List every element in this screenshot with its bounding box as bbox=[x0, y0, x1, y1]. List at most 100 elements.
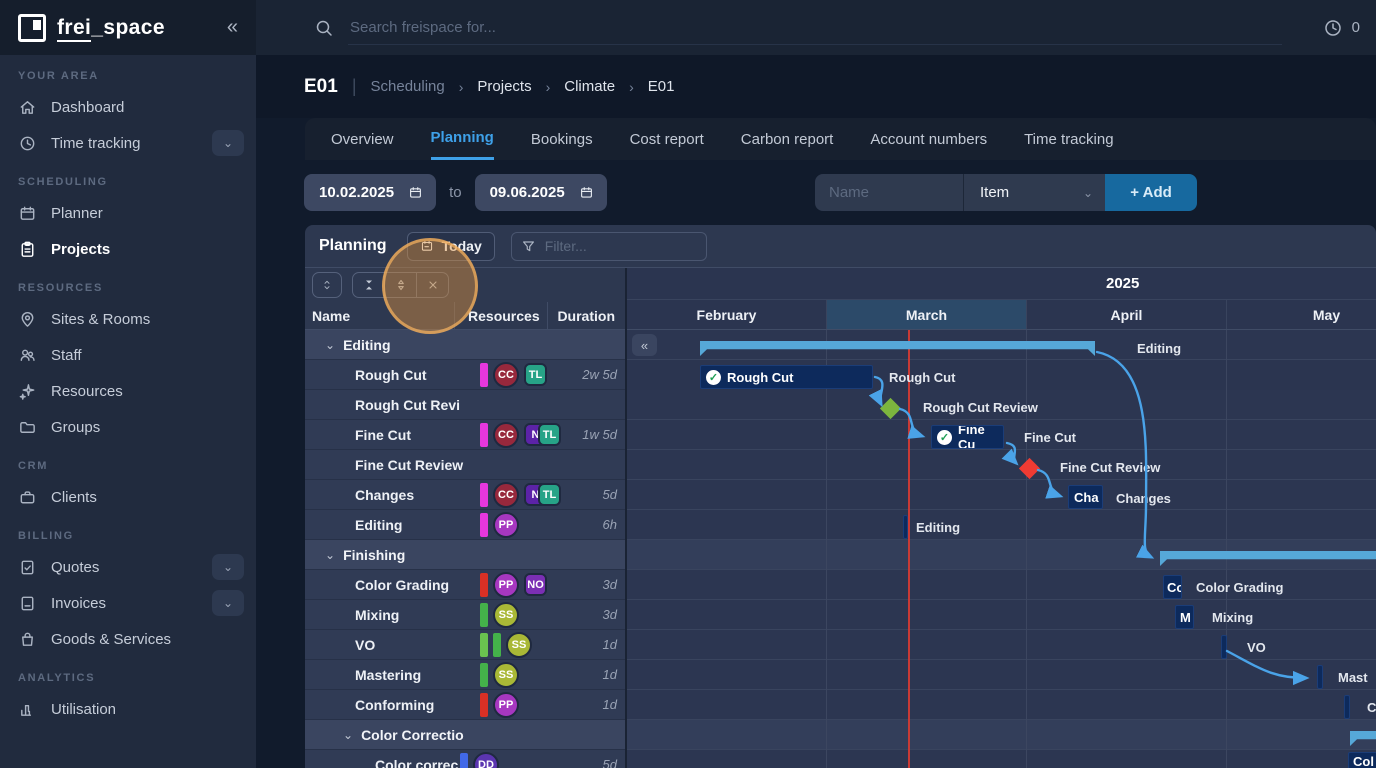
tab-time-tracking[interactable]: Time tracking bbox=[1024, 118, 1113, 160]
sidebar-item-label: Invoices bbox=[51, 595, 106, 612]
clock-icon bbox=[1323, 18, 1343, 38]
table-row[interactable]: Fine Cut CC N TL 1w 5d bbox=[305, 420, 625, 450]
resource-badge[interactable]: SS bbox=[493, 602, 519, 628]
tab-cost-report[interactable]: Cost report bbox=[630, 118, 704, 160]
table-row-group[interactable]: ⌄ Editing bbox=[305, 330, 625, 360]
chevron-down-icon[interactable]: ⌄ bbox=[325, 548, 335, 562]
bar-label: Mast bbox=[1338, 670, 1368, 685]
date-from-input[interactable]: 10.02.2025 bbox=[304, 174, 436, 211]
bar-text: M bbox=[1180, 610, 1191, 625]
task-bar-rough-cut[interactable]: ✓ Rough Cut bbox=[700, 365, 873, 389]
tab-bookings[interactable]: Bookings bbox=[531, 118, 593, 160]
task-bar-color-grading[interactable]: Co bbox=[1163, 575, 1182, 599]
breadcrumb-scheduling[interactable]: Scheduling bbox=[371, 78, 445, 95]
gantt-filter-field[interactable] bbox=[543, 237, 696, 255]
table-row[interactable]: Mixing SS 3d bbox=[305, 600, 625, 630]
breadcrumb-projects[interactable]: Projects bbox=[477, 78, 531, 95]
resource-badge[interactable]: CC bbox=[493, 362, 519, 388]
month-april[interactable]: April bbox=[1027, 300, 1227, 329]
timer-widget[interactable]: 0 bbox=[1323, 18, 1360, 38]
duration: 3d bbox=[549, 577, 627, 592]
add-button[interactable]: + Add bbox=[1105, 174, 1197, 211]
task-name: Rough Cut Revi bbox=[305, 397, 455, 413]
table-row[interactable]: Mastering SS 1d bbox=[305, 660, 625, 690]
sidebar-item-resources[interactable]: Resources bbox=[0, 373, 256, 409]
month-february[interactable]: February bbox=[627, 300, 827, 329]
fit-columns-button[interactable] bbox=[417, 273, 448, 297]
tab-planning[interactable]: Planning bbox=[431, 118, 494, 160]
task-bar-mixing[interactable]: M bbox=[1175, 605, 1194, 629]
gantt-filter-input[interactable] bbox=[511, 232, 707, 261]
table-row[interactable]: Conforming PP 1d bbox=[305, 690, 625, 720]
name-input[interactable] bbox=[815, 174, 963, 211]
table-row[interactable]: Fine Cut Review bbox=[305, 450, 625, 480]
item-select[interactable]: Item ⌄ bbox=[963, 174, 1105, 211]
sidebar-item-time-tracking[interactable]: Time tracking ⌄ bbox=[0, 125, 256, 161]
resource-badge[interactable]: CC bbox=[493, 422, 519, 448]
chevron-down-icon[interactable]: ⌄ bbox=[212, 554, 244, 580]
task-bar-mastering[interactable] bbox=[1317, 665, 1323, 689]
sidebar-item-clients[interactable]: Clients bbox=[0, 479, 256, 515]
table-row-group[interactable]: ⌄ Color Correctio bbox=[305, 720, 625, 750]
today-button[interactable]: Today bbox=[407, 232, 495, 261]
table-row[interactable]: Changes CC N TL 5d bbox=[305, 480, 625, 510]
column-name[interactable]: Name bbox=[305, 308, 454, 324]
table-row[interactable]: Rough Cut Revi bbox=[305, 390, 625, 420]
table-row[interactable]: Editing PP 6h bbox=[305, 510, 625, 540]
table-row[interactable]: Color Grading PP NO 3d bbox=[305, 570, 625, 600]
resource-badge[interactable]: CC bbox=[493, 482, 519, 508]
table-row[interactable]: Rough Cut CC TL 2w 5d bbox=[305, 360, 625, 390]
task-bar-vo[interactable] bbox=[1221, 635, 1227, 659]
sidebar-item-utilisation[interactable]: Utilisation bbox=[0, 691, 256, 727]
table-row-group[interactable]: ⌄ Finishing bbox=[305, 540, 625, 570]
resource-badge[interactable]: SS bbox=[493, 662, 519, 688]
resource-badge[interactable]: PP bbox=[493, 572, 519, 598]
task-bar-fine-cut[interactable]: ✓ Fine Cu bbox=[931, 425, 1004, 449]
table-row[interactable]: Color correc DD 5d bbox=[305, 750, 625, 768]
chevron-down-icon[interactable]: ⌄ bbox=[212, 130, 244, 156]
month-may[interactable]: May bbox=[1227, 300, 1376, 329]
collapse-table-icon[interactable]: « bbox=[632, 334, 657, 356]
tab-account-numbers[interactable]: Account numbers bbox=[870, 118, 987, 160]
task-bar-changes[interactable]: Cha bbox=[1068, 485, 1103, 509]
sidebar-item-planner[interactable]: Planner bbox=[0, 195, 256, 231]
chevron-down-icon[interactable]: ⌄ bbox=[325, 338, 335, 352]
task-bar-editing[interactable] bbox=[903, 515, 908, 539]
column-duration[interactable]: Duration bbox=[547, 302, 625, 329]
sidebar-item-quotes[interactable]: Quotes ⌄ bbox=[0, 549, 256, 585]
chevron-down-icon[interactable]: ⌄ bbox=[212, 590, 244, 616]
tab-overview[interactable]: Overview bbox=[331, 118, 394, 160]
resource-badge[interactable]: SS bbox=[506, 632, 532, 658]
chevron-down-icon[interactable]: ⌄ bbox=[343, 728, 353, 742]
sidebar-item-groups[interactable]: Groups bbox=[0, 409, 256, 445]
column-resources[interactable]: Resources bbox=[454, 302, 547, 329]
breadcrumb-climate[interactable]: Climate bbox=[564, 78, 615, 95]
month-march[interactable]: March bbox=[827, 300, 1027, 329]
breadcrumb-e01[interactable]: E01 bbox=[648, 78, 675, 95]
table-row[interactable]: VO SS 1d bbox=[305, 630, 625, 660]
resource-bar bbox=[480, 603, 488, 627]
resource-badge[interactable]: TL bbox=[524, 363, 547, 386]
expand-all-button[interactable] bbox=[385, 273, 417, 297]
sidebar-item-sites-rooms[interactable]: Sites & Rooms bbox=[0, 301, 256, 337]
sidebar-item-projects[interactable]: Projects bbox=[0, 231, 256, 267]
search-input[interactable] bbox=[348, 10, 1282, 45]
search-icon bbox=[314, 18, 334, 38]
sidebar-item-invoices[interactable]: Invoices ⌄ bbox=[0, 585, 256, 621]
task-bar-conforming[interactable] bbox=[1344, 695, 1350, 719]
resource-badge[interactable]: NO bbox=[524, 573, 547, 596]
date-to-input[interactable]: 09.06.2025 bbox=[475, 174, 607, 211]
task-name: Color Grading bbox=[305, 577, 455, 593]
sidebar-item-staff[interactable]: Staff bbox=[0, 337, 256, 373]
resource-badge[interactable]: DD bbox=[473, 752, 499, 768]
resources-cell: SS bbox=[455, 662, 549, 688]
sidebar-item-dashboard[interactable]: Dashboard bbox=[0, 89, 256, 125]
resource-badge[interactable]: PP bbox=[493, 692, 519, 718]
sidebar-collapse-icon[interactable]: « bbox=[227, 16, 238, 39]
sidebar-item-goods-services[interactable]: Goods & Services bbox=[0, 621, 256, 657]
resource-badge[interactable]: PP bbox=[493, 512, 519, 538]
tab-carbon-report[interactable]: Carbon report bbox=[741, 118, 834, 160]
collapse-all-button[interactable] bbox=[353, 273, 385, 297]
task-bar-color-correction[interactable]: Col bbox=[1348, 752, 1376, 768]
expand-rows-button[interactable] bbox=[312, 272, 342, 298]
